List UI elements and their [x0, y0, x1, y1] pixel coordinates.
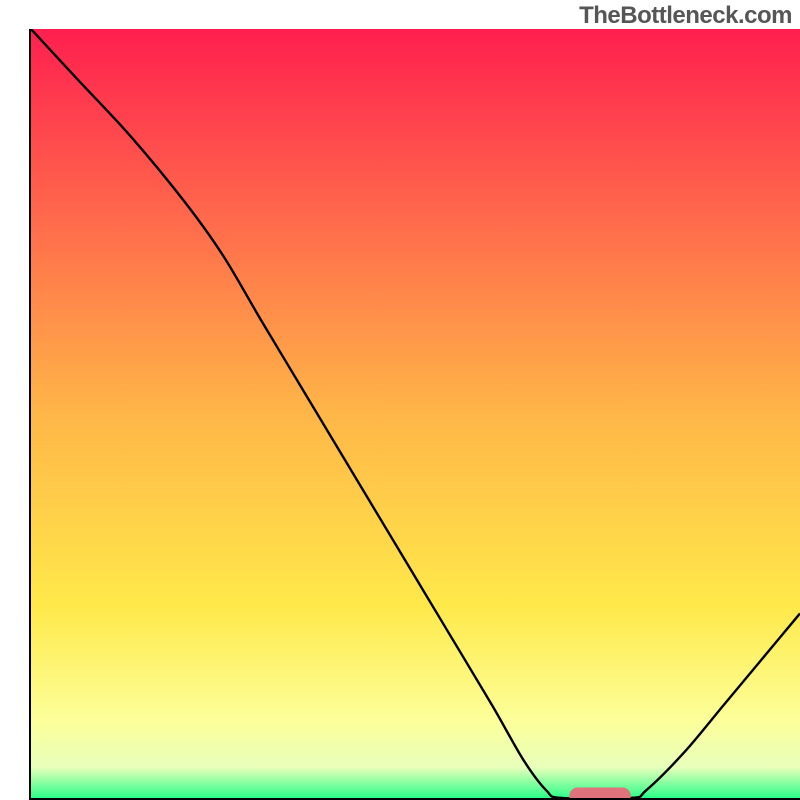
attribution-label: TheBottleneck.com — [579, 2, 792, 30]
chart-svg — [29, 29, 800, 800]
plot-background — [31, 29, 800, 798]
chart-container: TheBottleneck.com — [0, 0, 800, 800]
plot-area — [29, 29, 800, 800]
